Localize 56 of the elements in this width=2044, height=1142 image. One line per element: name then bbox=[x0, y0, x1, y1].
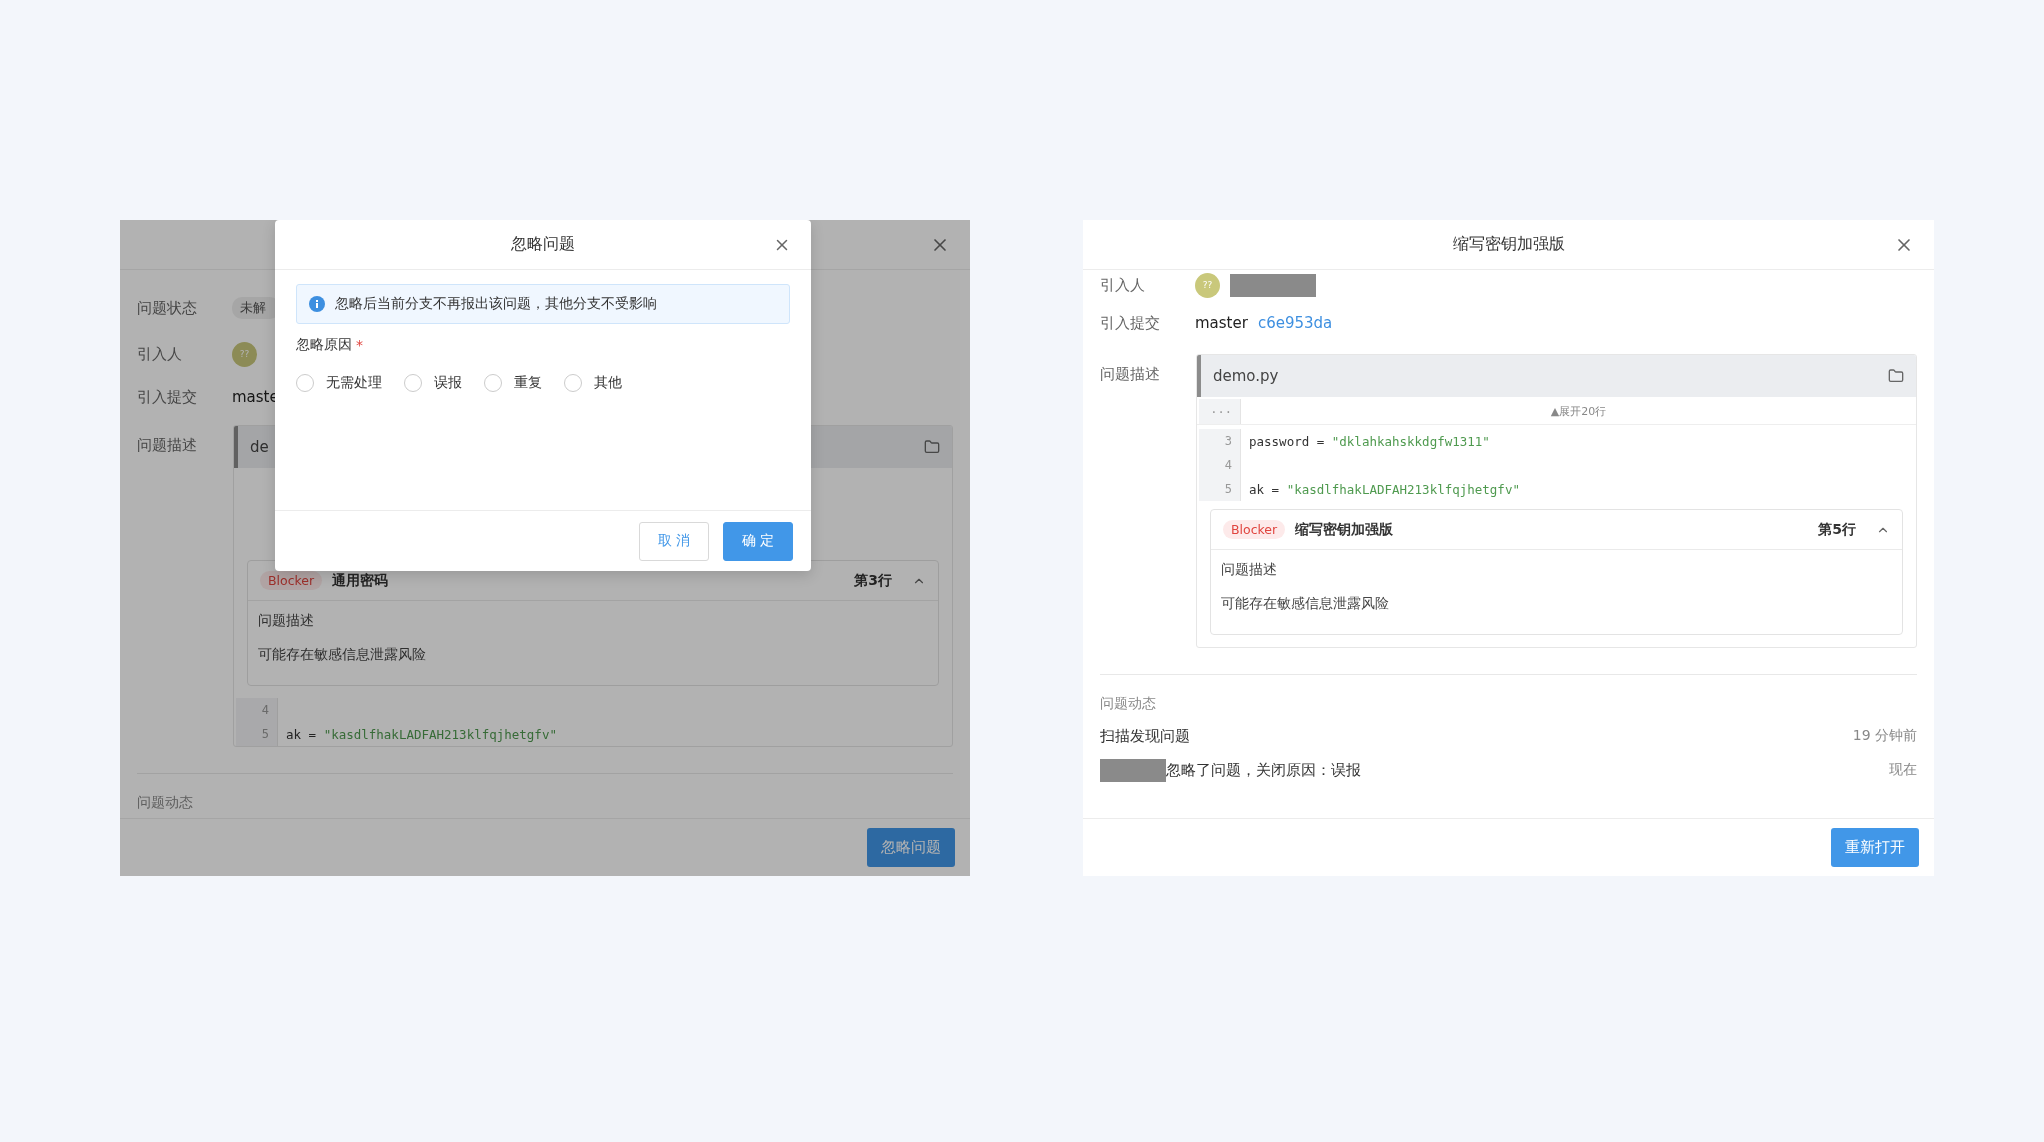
radio-option[interactable]: 误报 bbox=[404, 374, 462, 392]
activity-time: 现在 bbox=[1889, 761, 1917, 779]
activity-time: 19 分钟前 bbox=[1852, 727, 1917, 745]
activity-text: 忽略了问题，关闭原因：误报 bbox=[1166, 760, 1362, 780]
code-line: ak = "kasdlfhakLADFAH213klfqjhetgfv" bbox=[1248, 481, 1521, 497]
dialog-title: 忽略问题 bbox=[511, 234, 575, 255]
line-number: 3 bbox=[1224, 434, 1232, 448]
issue-title: 缩写密钥加强版 bbox=[1295, 520, 1395, 539]
section-label: 问题动态 bbox=[137, 793, 194, 812]
line-number: 5 bbox=[261, 727, 269, 741]
line-label: 第5行 bbox=[1818, 520, 1856, 539]
required-mark: * bbox=[356, 337, 363, 353]
line-number: 5 bbox=[1224, 482, 1232, 496]
field-label: 引入提交 bbox=[1100, 313, 1161, 333]
avatar: ?? bbox=[1195, 272, 1220, 298]
ignore-issue-button[interactable]: 忽略问题 bbox=[867, 828, 955, 867]
folder-icon[interactable] bbox=[1888, 368, 1904, 384]
field-label: 引入人 bbox=[1100, 275, 1146, 295]
issue-title: 通用密码 bbox=[332, 571, 390, 590]
code-line: password = "dklahkahskkdgfw1311" bbox=[1248, 433, 1491, 449]
field-label: 问题描述 bbox=[137, 435, 198, 455]
issue-description: 可能存在敏感信息泄露风险 bbox=[258, 645, 427, 663]
line-label: 第3行 bbox=[854, 571, 892, 590]
file-name: de bbox=[250, 438, 269, 456]
issue-heading: 问题描述 bbox=[258, 611, 315, 629]
reopen-button[interactable]: 重新打开 bbox=[1831, 828, 1919, 867]
folder-icon[interactable] bbox=[924, 439, 940, 455]
radio-option[interactable]: 无需处理 bbox=[296, 374, 382, 392]
severity-tag: Blocker bbox=[1223, 520, 1286, 539]
field-label: 问题描述 bbox=[1100, 364, 1161, 384]
drawer-title: 缩写密钥加强版 bbox=[1452, 234, 1565, 255]
expand-lines-button[interactable]: ▲展开20行 bbox=[1544, 399, 1613, 424]
file-name: demo.py bbox=[1213, 367, 1279, 385]
field-label: 引入提交 bbox=[137, 387, 198, 407]
field-label: 忽略原因 bbox=[296, 336, 352, 354]
info-icon bbox=[309, 296, 325, 312]
field-label: 引入人 bbox=[137, 344, 183, 364]
issue-description: 可能存在敏感信息泄露风险 bbox=[1221, 594, 1390, 612]
section-label: 问题动态 bbox=[1100, 694, 1157, 713]
cancel-button[interactable]: 取 消 bbox=[639, 521, 709, 561]
confirm-button[interactable]: 确 定 bbox=[723, 521, 793, 561]
line-number: 4 bbox=[1224, 458, 1232, 472]
radio-option[interactable]: 其他 bbox=[564, 374, 622, 392]
notice-text: 忽略后当前分支不再报出该问题，其他分支不受影响 bbox=[335, 295, 657, 313]
code-line: ak = "kasdlfhakLADFAH213klfqjhetgfv" bbox=[285, 726, 558, 742]
line-number: 4 bbox=[261, 703, 269, 717]
activity-text: 扫描发现问题 bbox=[1100, 726, 1191, 746]
redacted-name bbox=[1100, 758, 1166, 782]
avatar: ?? bbox=[232, 341, 257, 367]
gutter-ellipsis: ··· bbox=[1210, 404, 1232, 419]
severity-tag: Blocker bbox=[260, 571, 323, 590]
commit-link[interactable]: c6e953da bbox=[1257, 314, 1333, 332]
radio-option[interactable]: 重复 bbox=[484, 374, 542, 392]
branch-name: master bbox=[1195, 314, 1248, 332]
issue-heading: 问题描述 bbox=[1221, 560, 1278, 578]
field-label: 问题状态 bbox=[137, 298, 198, 318]
